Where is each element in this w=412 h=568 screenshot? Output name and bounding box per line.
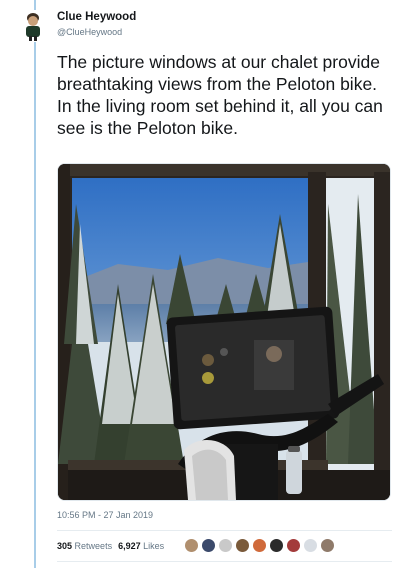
tweet-photo[interactable] [57, 163, 391, 501]
retweets-stat[interactable]: 305 Retweets [57, 541, 112, 551]
likers-avatars [184, 538, 335, 553]
likes-stat[interactable]: 6,927 Likes [118, 541, 164, 551]
liker-avatar-icon[interactable] [184, 538, 199, 553]
tweet-timestamp[interactable]: 10:56 PM - 27 Jan 2019 [57, 510, 153, 520]
liker-avatar-icon[interactable] [252, 538, 267, 553]
liker-avatar-icon[interactable] [320, 538, 335, 553]
tweet-header: Clue Heywood @ClueHeywood [57, 10, 136, 38]
liker-avatar-icon[interactable] [269, 538, 284, 553]
display-name[interactable]: Clue Heywood [57, 10, 136, 24]
user-handle[interactable]: @ClueHeywood [57, 26, 136, 38]
liker-avatar-icon[interactable] [201, 538, 216, 553]
liker-avatar-icon[interactable] [286, 538, 301, 553]
divider [57, 561, 392, 562]
liker-avatar-icon[interactable] [303, 538, 318, 553]
liker-avatar-icon[interactable] [235, 538, 250, 553]
likes-label: Likes [143, 541, 165, 551]
divider [57, 530, 392, 531]
thread-line [34, 0, 36, 568]
photo-image [58, 164, 390, 500]
tweet-text: The picture windows at our chalet provid… [57, 52, 383, 138]
retweets-label: Retweets [74, 541, 113, 551]
avatar-icon [26, 13, 40, 41]
likes-count: 6,927 [118, 541, 141, 551]
tweet-stats: 305 Retweets 6,927 Likes [57, 541, 164, 551]
liker-avatar-icon[interactable] [218, 538, 233, 553]
avatar[interactable] [20, 10, 46, 42]
retweets-count: 305 [57, 541, 73, 551]
